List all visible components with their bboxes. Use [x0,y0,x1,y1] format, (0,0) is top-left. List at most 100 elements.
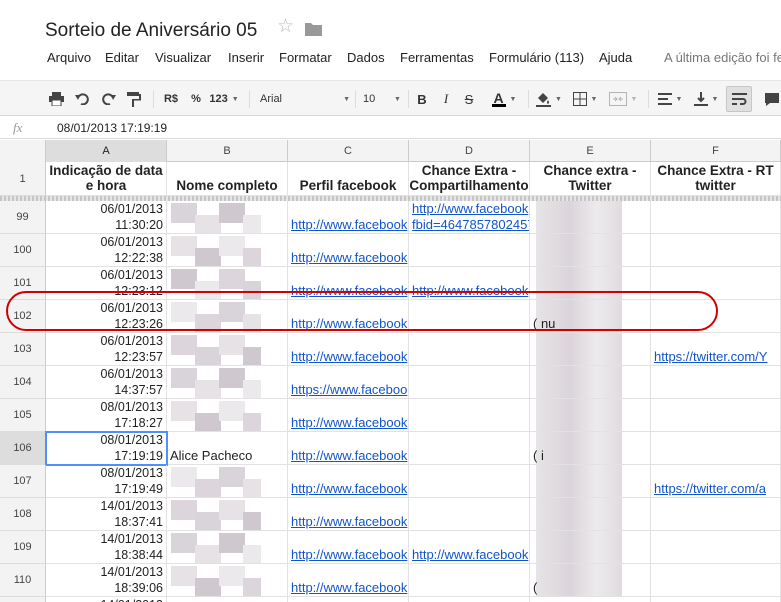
facebook-cell[interactable]: http://www.facebook [288,234,409,267]
rt-twitter-cell[interactable] [651,432,781,465]
facebook-cell[interactable]: http://www.facebook [288,531,409,564]
rt-twitter-cell[interactable] [651,366,781,399]
facebook-cell[interactable]: http://www.facebook [288,333,409,366]
rt-twitter-cell[interactable] [651,300,781,333]
facebook-link[interactable]: http://www.facebook [291,547,407,562]
name-cell[interactable] [167,564,288,597]
menu-insert[interactable]: Inserir [228,50,264,65]
name-cell[interactable]: Alice Pacheco [167,432,288,465]
timestamp-cell[interactable]: 14/01/2013 18:37:41 [46,498,167,531]
select-all-corner[interactable] [0,140,46,162]
row-header[interactable]: 99 [0,201,46,234]
twitter-cell[interactable] [530,201,651,234]
row-header-1[interactable]: 1 [0,162,46,196]
name-cell[interactable] [167,597,288,602]
rt-twitter-cell[interactable] [651,267,781,300]
share-link[interactable]: http://www.facebook [412,201,529,217]
column-header-a[interactable]: A [46,140,167,162]
row-header[interactable]: 105 [0,399,46,432]
twitter-cell[interactable] [530,399,651,432]
share-cell[interactable] [409,465,530,498]
timestamp-cell[interactable]: 14/01/2013 [46,597,167,602]
merge-icon[interactable]: ▼ [606,89,640,109]
twitter-cell[interactable] [530,267,651,300]
italic-button[interactable]: I [437,89,455,109]
twitter-cell[interactable] [530,498,651,531]
column-header-d[interactable]: D [409,140,530,162]
facebook-cell[interactable]: http://www.facebook [288,465,409,498]
timestamp-cell[interactable]: 06/01/2013 14:37:57 [46,366,167,399]
rt-twitter-link[interactable]: https://twitter.com/Y [654,349,767,364]
folder-icon[interactable] [305,22,322,36]
row-header[interactable]: 103 [0,333,46,366]
header-cell-twitter[interactable]: Chance extra - Twitter [530,162,651,196]
share-cell[interactable] [409,300,530,333]
facebook-link[interactable]: http://www.facebook [291,349,407,364]
rt-twitter-cell[interactable] [651,399,781,432]
twitter-cell[interactable] [530,531,651,564]
row-header[interactable]: 110 [0,564,46,597]
share-cell[interactable]: http://www.facebook fbid=4647857802457 [409,201,530,234]
font-size-dropdown[interactable]: 10 ▼ [360,89,402,109]
rt-twitter-link[interactable]: https://twitter.com/a [654,481,766,496]
row-header[interactable] [0,597,46,602]
rt-twitter-cell[interactable] [651,531,781,564]
facebook-link[interactable]: http://www.facebook [291,415,407,430]
redo-icon[interactable] [99,89,117,109]
facebook-link[interactable]: http://www.facebook [291,250,407,265]
name-cell[interactable] [167,267,288,300]
facebook-link[interactable]: http://www.facebook [291,580,407,595]
timestamp-cell[interactable]: 06/01/2013 12:23:12 [46,267,167,300]
document-title[interactable]: Sorteio de Aniversário 05 [45,20,257,42]
borders-icon[interactable]: ▼ [570,89,600,109]
font-family-dropdown[interactable]: Arial ▼ [256,89,350,109]
rt-twitter-cell[interactable] [651,498,781,531]
twitter-cell[interactable] [530,234,651,267]
share-cell[interactable] [409,333,530,366]
rt-twitter-cell[interactable] [651,597,781,602]
name-cell[interactable] [167,234,288,267]
timestamp-cell[interactable]: 08/01/2013 17:19:19 [46,432,167,465]
facebook-cell[interactable]: http://www.facebook [288,201,409,234]
share-cell[interactable] [409,234,530,267]
name-cell[interactable] [167,201,288,234]
facebook-link[interactable]: http://www.facebook [291,448,407,463]
menu-tools[interactable]: Ferramentas [400,50,474,65]
strikethrough-button[interactable]: S [460,89,478,109]
share-link[interactable]: http://www.facebook [412,547,528,562]
twitter-cell[interactable]: ( i [530,432,651,465]
rt-twitter-cell[interactable] [651,234,781,267]
facebook-cell[interactable]: http://www.facebook [288,498,409,531]
rt-twitter-cell[interactable] [651,201,781,234]
timestamp-cell[interactable]: 06/01/2013 12:22:38 [46,234,167,267]
last-edit-status[interactable]: A última edição foi fe [664,50,781,65]
name-cell[interactable] [167,531,288,564]
row-header[interactable]: 106 [0,432,46,465]
share-cell[interactable] [409,399,530,432]
twitter-cell[interactable]: ( nu [530,300,651,333]
twitter-cell[interactable] [530,333,651,366]
percent-button[interactable]: % [187,89,205,109]
facebook-cell[interactable]: http://www.facebook [288,432,409,465]
menu-help[interactable]: Ajuda [599,50,632,65]
row-header[interactable]: 104 [0,366,46,399]
paint-format-icon[interactable] [125,89,143,109]
header-cell-share[interactable]: Chance Extra - Compartilhamento [409,162,530,196]
fill-color-icon[interactable]: ▼ [534,89,564,109]
share-cell[interactable] [409,597,530,602]
facebook-cell[interactable]: http://www.facebook [288,564,409,597]
menu-data[interactable]: Dados [347,50,385,65]
row-header[interactable]: 109 [0,531,46,564]
row-header[interactable]: 101 [0,267,46,300]
number-format-dropdown[interactable]: 123 ▼ [209,89,239,109]
print-icon[interactable] [47,89,65,109]
menu-view[interactable]: Visualizar [155,50,211,65]
text-color-dropdown[interactable]: A ▼ [486,89,522,109]
row-header[interactable]: 108 [0,498,46,531]
name-cell[interactable] [167,399,288,432]
wrap-text-icon[interactable] [726,86,752,112]
menu-file[interactable]: Arquivo [47,50,91,65]
column-header-e[interactable]: E [530,140,651,162]
rt-twitter-cell[interactable] [651,564,781,597]
header-cell-timestamp[interactable]: Indicação de data e hora [46,162,167,196]
